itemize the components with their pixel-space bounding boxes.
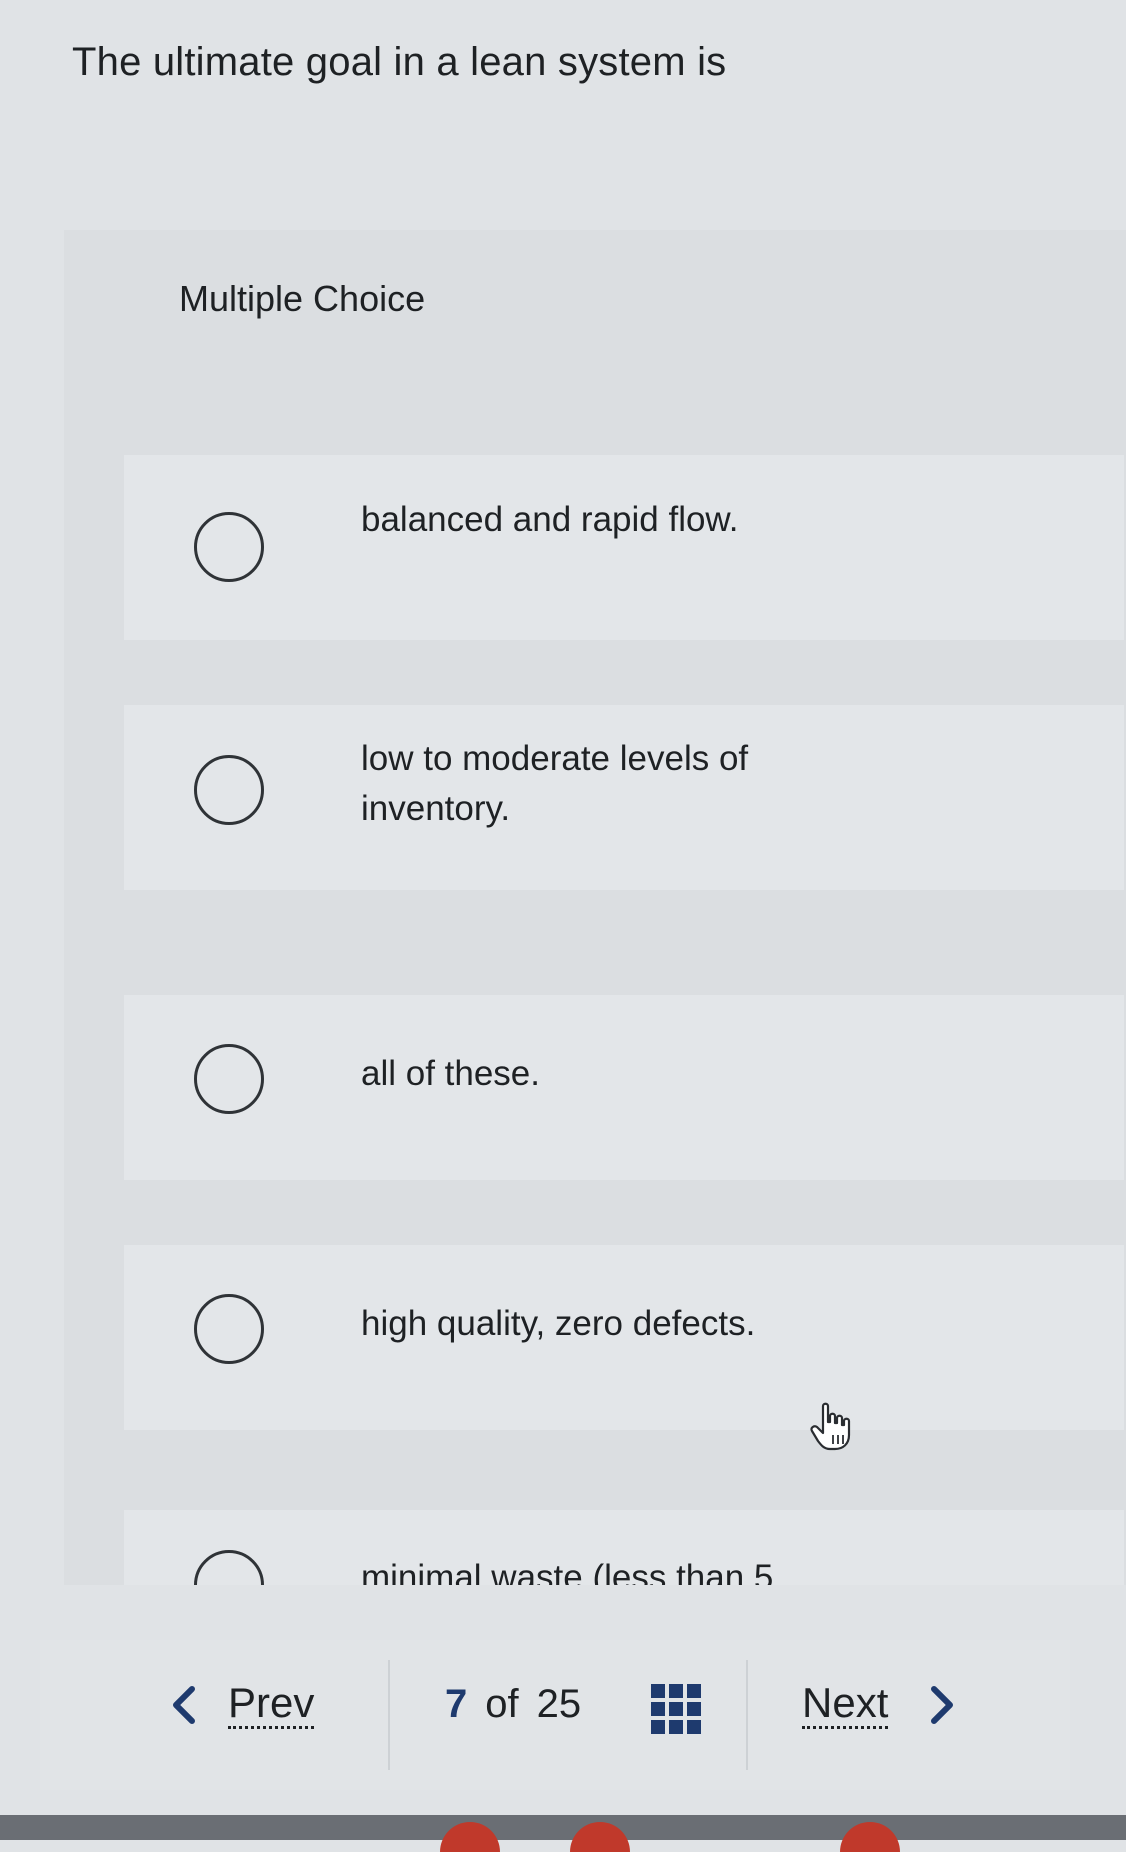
divider xyxy=(746,1660,748,1770)
next-label: Next xyxy=(802,1680,889,1729)
option-2[interactable]: low to moderate levels of inventory. xyxy=(124,705,1124,890)
page-counter: 7 of 25 xyxy=(445,1682,581,1727)
option-label: high quality, zero defects. xyxy=(361,1304,756,1343)
option-1[interactable]: balanced and rapid flow. xyxy=(124,455,1124,640)
current-page: 7 xyxy=(445,1682,468,1726)
bottom-bar xyxy=(0,1815,1126,1840)
divider xyxy=(388,1660,390,1770)
grid-icon[interactable] xyxy=(651,1684,701,1734)
radio-button-icon[interactable] xyxy=(194,512,264,582)
option-label: minimal waste (less than 5 xyxy=(361,1558,774,1585)
prev-label: Prev xyxy=(228,1680,315,1729)
question-navigation: Prev 7 of 25 Next xyxy=(40,1640,1070,1790)
choice-panel: Multiple Choice balanced and rapid flow.… xyxy=(64,230,1126,1585)
next-button[interactable]: Next xyxy=(802,1680,956,1729)
radio-button-icon[interactable] xyxy=(194,1294,264,1364)
option-3[interactable]: all of these. xyxy=(124,995,1124,1180)
option-4[interactable]: high quality, zero defects. xyxy=(124,1245,1124,1430)
hand-pointer-icon xyxy=(810,1402,851,1451)
radio-button-icon[interactable] xyxy=(194,1044,264,1114)
option-5[interactable]: minimal waste (less than 5 xyxy=(124,1510,1124,1585)
prev-button[interactable]: Prev xyxy=(170,1680,315,1729)
question-type-label: Multiple Choice xyxy=(179,278,426,319)
option-label: balanced and rapid flow. xyxy=(361,500,739,539)
radio-button-icon[interactable] xyxy=(194,755,264,825)
total-pages: 25 xyxy=(536,1682,582,1726)
page-of-label: of xyxy=(485,1682,519,1726)
radio-button-icon[interactable] xyxy=(194,1550,264,1585)
option-label: all of these. xyxy=(361,1054,540,1093)
chevron-left-icon xyxy=(173,1685,195,1724)
option-label: low to moderate levels of inventory. xyxy=(361,739,749,828)
chevron-right-icon xyxy=(931,1685,954,1724)
question-text: The ultimate goal in a lean system is xyxy=(72,40,727,84)
